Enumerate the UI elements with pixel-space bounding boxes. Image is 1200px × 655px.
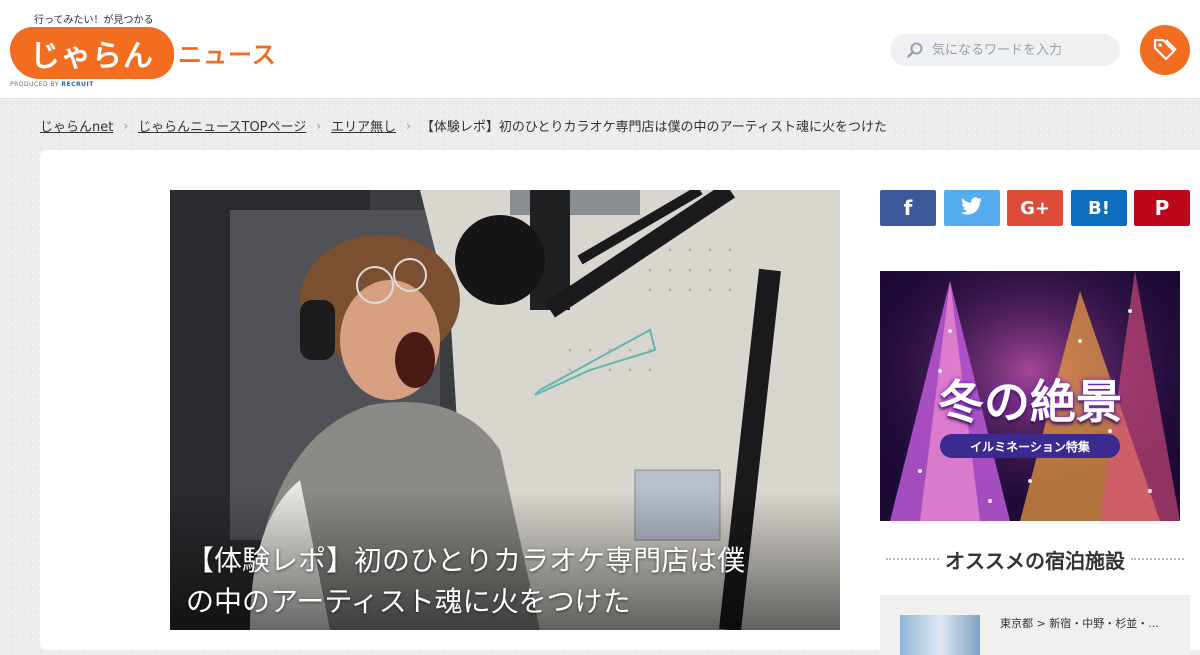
pinterest-share-button[interactable]: P (1134, 190, 1190, 226)
tag-menu-button[interactable] (1140, 25, 1190, 75)
facebook-share-button[interactable]: f (880, 190, 936, 226)
heading-divider-right (1131, 558, 1184, 560)
recommended-hotels-heading: オススメの宿泊施設 (880, 545, 1190, 573)
heading-divider-left (886, 558, 939, 560)
search-input[interactable] (930, 41, 1114, 59)
site-logo[interactable]: じゃらん (10, 27, 174, 79)
logo-text: じゃらん (30, 39, 154, 74)
produced-by-label: PRODUCED BY (10, 81, 59, 88)
recruit-brand: RECRUIT (61, 81, 94, 88)
search-icon (900, 42, 930, 58)
hotel-thumbnail (900, 615, 980, 655)
banner-title: 冬の絶景 (938, 375, 1122, 429)
breadcrumb-current: 【体験レポ】初のひとりカラオケ専門店は僕の中のアーティスト魂に火をつけた (420, 120, 887, 135)
breadcrumb-link-jalan-net[interactable]: じゃらんnet (40, 116, 113, 135)
article-title[interactable]: 【体験レポ】初のひとりカラオケ専門店は僕 の中のアーティスト魂に火をつけた (186, 540, 826, 622)
illumination-banner[interactable]: 冬の絶景 イルミネーション特集 (880, 271, 1180, 521)
banner-subtitle: イルミネーション特集 (940, 434, 1120, 458)
googleplus-icon: G+ (1020, 197, 1050, 219)
breadcrumb-link-area[interactable]: エリア無し (331, 116, 396, 135)
article-title-line-2: の中のアーティスト魂に火をつけた (186, 585, 631, 618)
pinterest-icon: P (1154, 196, 1170, 220)
breadcrumb: じゃらんnet › じゃらんニュースTOPページ › エリア無し › 【体験レポ… (40, 116, 887, 136)
site-tagline: 行ってみたい！が見つかる (34, 15, 154, 26)
article-hero-image[interactable]: 【体験レポ】初のひとりカラオケ専門店は僕 の中のアーティスト魂に火をつけた (170, 190, 840, 630)
hatena-icon: B! (1088, 197, 1110, 219)
hotel-card[interactable]: 東京都 > 新宿・中野・杉並・... (880, 595, 1190, 655)
breadcrumb-link-news-top[interactable]: じゃらんニュースTOPページ (138, 116, 306, 135)
twitter-share-button[interactable] (944, 190, 1000, 226)
hatena-bookmark-button[interactable]: B! (1071, 190, 1127, 226)
breadcrumb-separator: › (123, 118, 129, 133)
googleplus-share-button[interactable]: G+ (1007, 190, 1063, 226)
breadcrumb-separator: › (406, 118, 411, 133)
hotel-location: 東京都 > 新宿・中野・杉並・... (1000, 617, 1159, 630)
tag-icon (1152, 35, 1178, 65)
section-title: オススメの宿泊施設 (945, 548, 1125, 573)
article-title-line-1: 【体験レポ】初のひとりカラオケ専門店は僕 (186, 544, 746, 577)
logo-suffix[interactable]: ニュース (178, 35, 277, 70)
search-box[interactable] (890, 34, 1120, 66)
produced-by: PRODUCED BY RECRUIT (10, 81, 94, 88)
twitter-icon (961, 196, 983, 220)
site-header: 行ってみたい！が見つかる じゃらん ニュース PRODUCED BY RECRU… (0, 0, 1200, 99)
facebook-icon: f (903, 196, 913, 220)
breadcrumb-separator: › (316, 118, 322, 133)
